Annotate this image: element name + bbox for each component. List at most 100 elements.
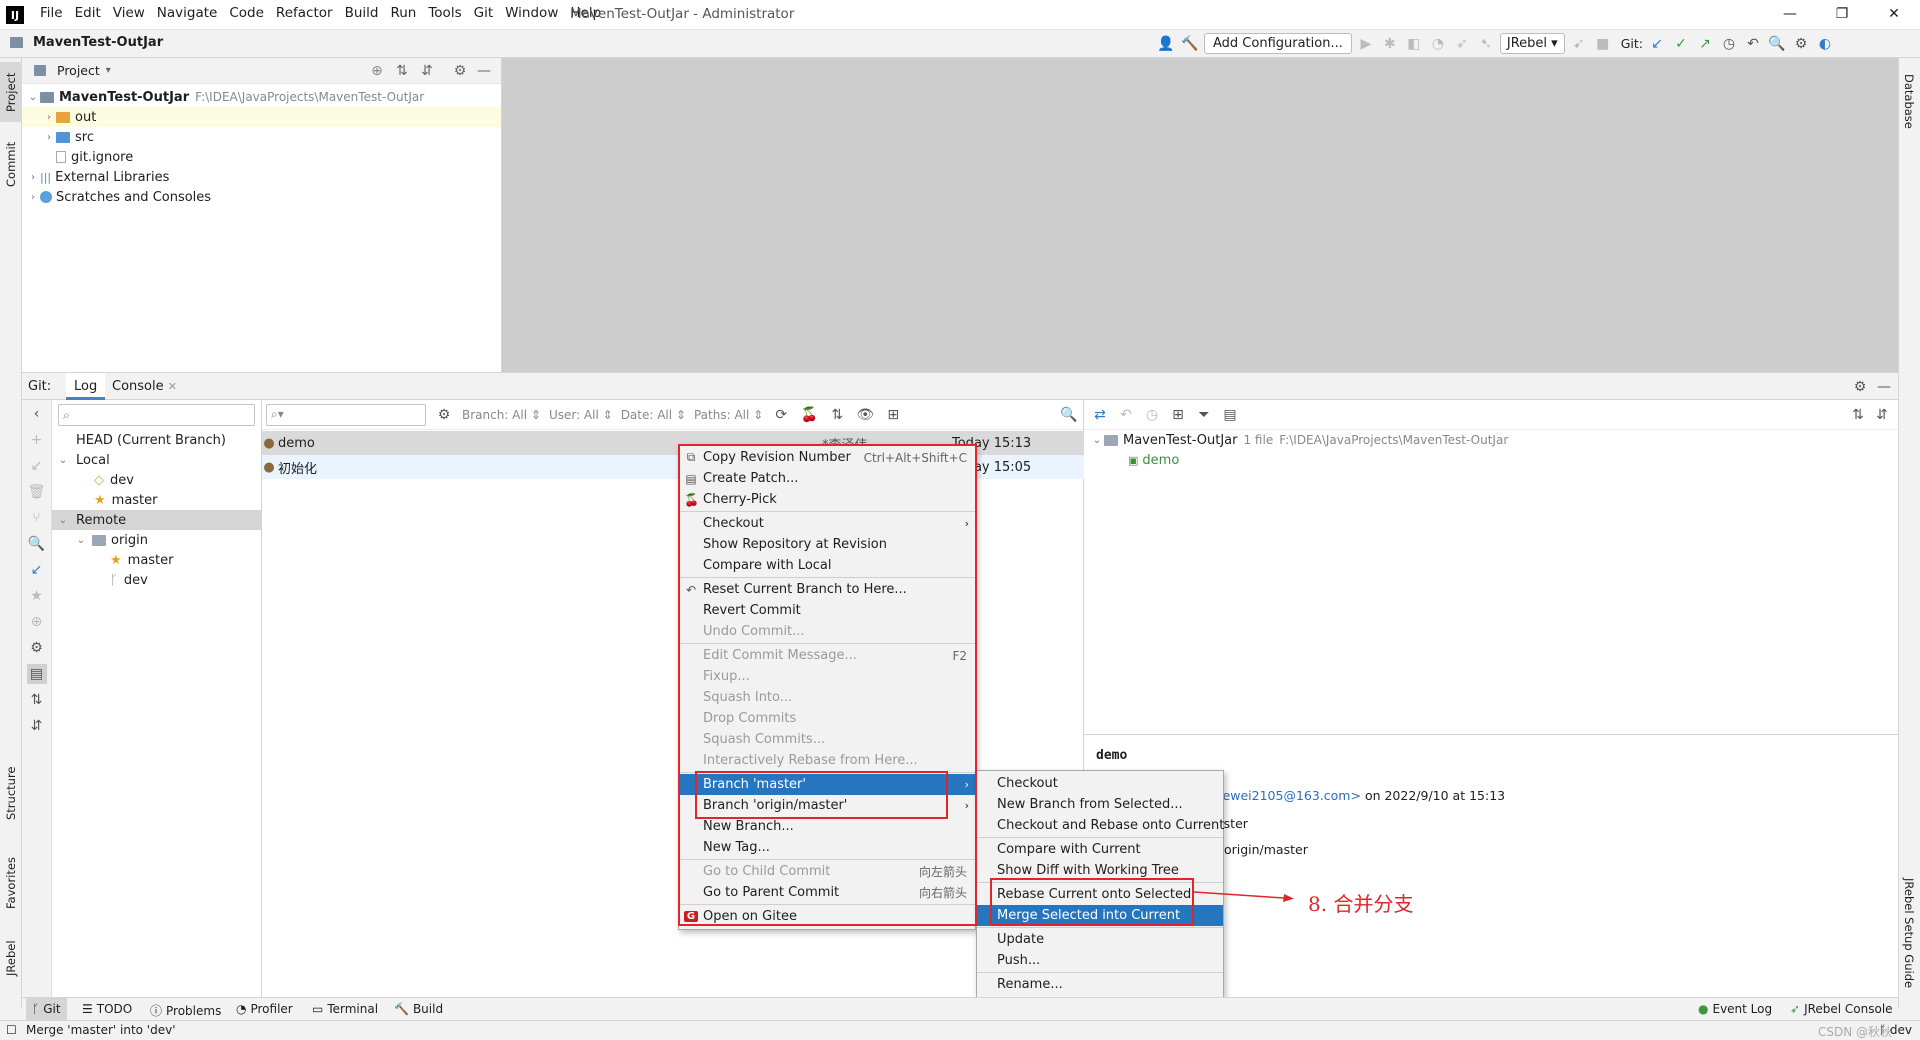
locate-icon[interactable]: ⊕ [27, 612, 47, 632]
locate-icon[interactable]: ⊕ [367, 61, 387, 81]
menu-refactor[interactable]: Refactor [270, 5, 339, 21]
branch-group-local[interactable]: ⌄ Local [52, 450, 261, 470]
paths-filter[interactable]: Paths: All ⇕ [694, 408, 763, 422]
tab-console[interactable]: Console ✕ [112, 379, 177, 394]
eye-icon[interactable]: 👁 [855, 405, 875, 425]
branch-filter[interactable]: Branch: All ⇕ [462, 408, 541, 422]
branch-search-input[interactable]: ⌕ [58, 404, 255, 426]
git-commit-icon[interactable]: ✓ [1671, 34, 1691, 54]
add-icon[interactable]: + [27, 430, 47, 450]
settings-icon[interactable]: ⚙ [27, 638, 47, 658]
add-configuration-button[interactable]: Add Configuration... [1204, 33, 1352, 54]
tree-root[interactable]: ⌄ MavenTest-OutJar F:\IDEA\JavaProjects\… [22, 87, 501, 107]
sort-icon[interactable]: ⇅ [827, 405, 847, 425]
tree-item-out[interactable]: › out [22, 107, 501, 127]
status-icon[interactable]: ☐ [6, 1023, 17, 1037]
changed-repo-node[interactable]: ⌄ MavenTest-OutJar 1 file F:\IDEA\JavaPr… [1084, 430, 1898, 450]
jrebel-setup-guide-tab[interactable]: JRebel Setup Guide [1898, 868, 1920, 998]
changed-file[interactable]: ▣ demo [1084, 450, 1898, 470]
revert-icon[interactable]: ↶ [1116, 405, 1136, 425]
collapse-all-icon[interactable]: ⇵ [1872, 405, 1892, 425]
collapse-all-icon[interactable]: ⇵ [417, 61, 437, 81]
git-update-icon[interactable]: ↙ [1647, 34, 1667, 54]
graph-options-icon[interactable]: ⊞ [883, 405, 903, 425]
collapse-icon[interactable]: ⇵ [27, 716, 47, 736]
close-button[interactable]: ✕ [1868, 0, 1920, 28]
git-bottom-tab[interactable]: ᚴ Git [26, 998, 67, 1020]
remote-origin[interactable]: ⌄ origin [52, 530, 261, 550]
branch-group-remote[interactable]: ⌄ Remote [52, 510, 261, 530]
log-search-icon[interactable]: 🔍 [1059, 405, 1079, 425]
terminal-bottom-tab[interactable]: ▭ Terminal [312, 1002, 378, 1016]
jrebel-run-icon[interactable]: ➶ [1452, 34, 1472, 54]
run-icon[interactable]: ▶ [1356, 34, 1376, 54]
merge-icon[interactable]: ⑂ [27, 508, 47, 528]
fetch-icon[interactable]: ↙ [27, 560, 47, 580]
user-filter[interactable]: User: All ⇕ [549, 408, 613, 422]
author-email[interactable]: zewei2105@163.com> [1216, 788, 1361, 803]
database-tool-tab[interactable]: Database [1898, 66, 1920, 136]
tree-item-src[interactable]: › src [22, 127, 501, 147]
menu-file[interactable]: File [34, 5, 69, 21]
stop-icon[interactable]: ■ [1593, 34, 1613, 54]
event-log-tab[interactable]: ● Event Log [1698, 1002, 1772, 1016]
expand-all-icon[interactable]: ⇅ [1848, 405, 1868, 425]
filter-settings-icon[interactable]: ⚙ [434, 405, 454, 425]
structure-tool-tab[interactable]: Structure [0, 758, 22, 828]
branch-local-dev[interactable]: ◇ dev [52, 470, 261, 490]
branch-local-master[interactable]: ★ master [52, 490, 261, 510]
group-by-icon[interactable]: ⊞ [1168, 405, 1188, 425]
jrebel-tool-tab[interactable]: JRebel [0, 928, 22, 988]
search-everywhere-icon[interactable]: 🔍 [1767, 34, 1787, 54]
coverage-icon[interactable]: ◧ [1404, 34, 1424, 54]
menu-edit[interactable]: Edit [69, 5, 107, 21]
git-push-icon[interactable]: ↗ [1695, 34, 1715, 54]
menu-build[interactable]: Build [339, 5, 385, 21]
cherry-pick-icon[interactable]: 🍒 [799, 405, 819, 425]
menu-navigate[interactable]: Navigate [151, 5, 224, 21]
rollback-icon[interactable]: ↶ [1743, 34, 1763, 54]
jrebel-update-icon[interactable]: ➹ [1569, 34, 1589, 54]
hide-panel-icon[interactable]: — [474, 61, 494, 81]
menu-item-push[interactable]: Push... [977, 950, 1223, 971]
project-breadcrumb[interactable]: MavenTest-OutJar [10, 35, 163, 50]
menu-code[interactable]: Code [223, 5, 270, 21]
menu-item-new-branch-from-selected[interactable]: New Branch from Selected... [977, 794, 1223, 815]
build-bottom-tab[interactable]: 🔨 Build [394, 1002, 443, 1016]
update-branch-icon[interactable]: ↙ [27, 456, 47, 476]
menu-tools[interactable]: Tools [422, 5, 467, 21]
close-tab-icon[interactable]: ✕ [168, 380, 177, 393]
log-search-input[interactable]: ⌕▾ [266, 403, 426, 426]
panel-settings-icon[interactable]: ⚙ [450, 61, 470, 81]
menu-item-checkout-and-rebase-onto-current[interactable]: Checkout and Rebase onto Current [977, 815, 1224, 836]
tree-item-scratches[interactable]: › Scratches and Consoles [22, 187, 501, 207]
jrebel-console-tab[interactable]: ➶ JRebel Console [1790, 1002, 1893, 1016]
history-icon[interactable]: ◷ [1142, 405, 1162, 425]
layout-icon[interactable]: ▤ [1220, 405, 1240, 425]
show-diff-icon[interactable]: ⇄ [1090, 405, 1110, 425]
branch-remote-dev[interactable]: ᚴ dev [52, 570, 261, 590]
expand-icon[interactable]: ⇅ [27, 690, 47, 710]
filter-icon[interactable]: ⏷ [1194, 405, 1214, 425]
tab-log[interactable]: Log [66, 373, 106, 400]
profile-icon[interactable]: ◔ [1428, 34, 1448, 54]
todo-bottom-tab[interactable]: ☰ TODO [82, 1002, 132, 1016]
build-hammer-icon[interactable]: 🔨 [1180, 34, 1200, 54]
current-branch-widget[interactable]: ᚴ dev [1879, 1023, 1912, 1037]
menu-item-update[interactable]: Update [977, 929, 1223, 950]
menu-item-rename[interactable]: Rename... [977, 974, 1223, 995]
delete-icon[interactable]: 🗑 [27, 482, 47, 502]
menu-view[interactable]: View [107, 5, 151, 21]
jrebel-debug-icon[interactable]: ➷ [1476, 34, 1496, 54]
restore-button[interactable]: ❐ [1816, 0, 1868, 28]
search-icon[interactable]: 🔍 [27, 534, 47, 554]
menu-window[interactable]: Window [499, 5, 564, 21]
jrebel-select[interactable]: JRebel ▾ [1499, 33, 1565, 54]
history-icon[interactable]: ◷ [1719, 34, 1739, 54]
problems-bottom-tab[interactable]: ⓘ Problems [150, 1002, 221, 1019]
favorite-icon[interactable]: ★ [27, 586, 47, 606]
commit-tool-tab[interactable]: Commit [0, 134, 22, 194]
menu-item-checkout[interactable]: Checkout [977, 773, 1223, 794]
jetbrains-toolbox-icon[interactable]: ◐ [1815, 34, 1835, 54]
branch-head[interactable]: HEAD (Current Branch) [52, 430, 261, 450]
